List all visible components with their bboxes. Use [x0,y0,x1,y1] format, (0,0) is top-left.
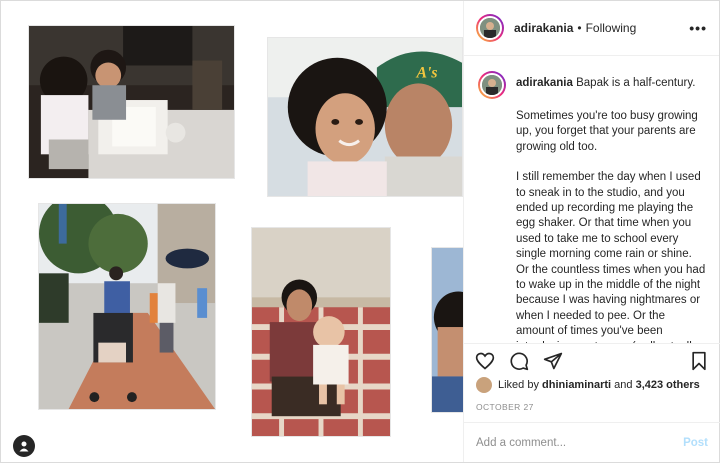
photo-father-with-baby [251,227,391,437]
caption-first-line: adirakania Bapak is a half-century. [516,75,695,91]
post-media[interactable]: A's [1,1,464,462]
action-bar [464,343,720,377]
photo-birthday-cake [28,25,235,179]
bookmark-icon[interactable] [688,350,710,372]
separator-dot: • [577,21,582,35]
caption-title: Bapak is a half-century. [576,77,696,89]
caption-body: Sometimes you're too busy growing up, yo… [516,109,706,343]
likes-count[interactable]: 3,423 others [636,379,700,391]
liker-username[interactable]: dhiniaminarti [542,379,611,391]
caption-paragraph: I still remember the day when I used to … [516,171,706,343]
comment-icon[interactable] [508,350,530,372]
caption-username[interactable]: adirakania [516,77,573,89]
post-header: adirakania • Following ••• [464,1,719,56]
follow-status-button[interactable]: Following [586,21,637,35]
post-side-panel: adirakania • Following ••• adirakania Ba… [463,1,720,462]
photo-stroller-street [38,203,216,410]
author-avatar[interactable] [476,14,504,42]
caption-paragraph: Sometimes you're too busy growing up, yo… [516,110,698,153]
likes-summary: Liked by dhiniaminarti and 3,423 others [476,377,700,393]
user-tag-icon[interactable] [13,435,35,457]
photo-partial-portrait [431,247,464,413]
author-username[interactable]: adirakania [514,21,573,35]
likes-prefix: Liked by [498,379,539,391]
photo-father-daughter-closeup: A's [267,37,463,197]
svg-text:A's: A's [415,65,437,82]
heart-icon[interactable] [474,350,496,372]
likes-and: and [614,379,633,391]
more-options-icon[interactable]: ••• [689,20,707,36]
post-date[interactable]: OCTOBER 27 [476,402,534,412]
comment-input[interactable] [476,436,684,449]
share-icon[interactable] [542,350,564,372]
caption-scroll[interactable]: adirakania Bapak is a half-century. Some… [464,57,720,343]
caption-avatar[interactable] [478,71,506,99]
comment-box: Post [464,422,720,462]
post-comment-button[interactable]: Post [683,437,708,449]
liker-avatar[interactable] [476,377,492,393]
